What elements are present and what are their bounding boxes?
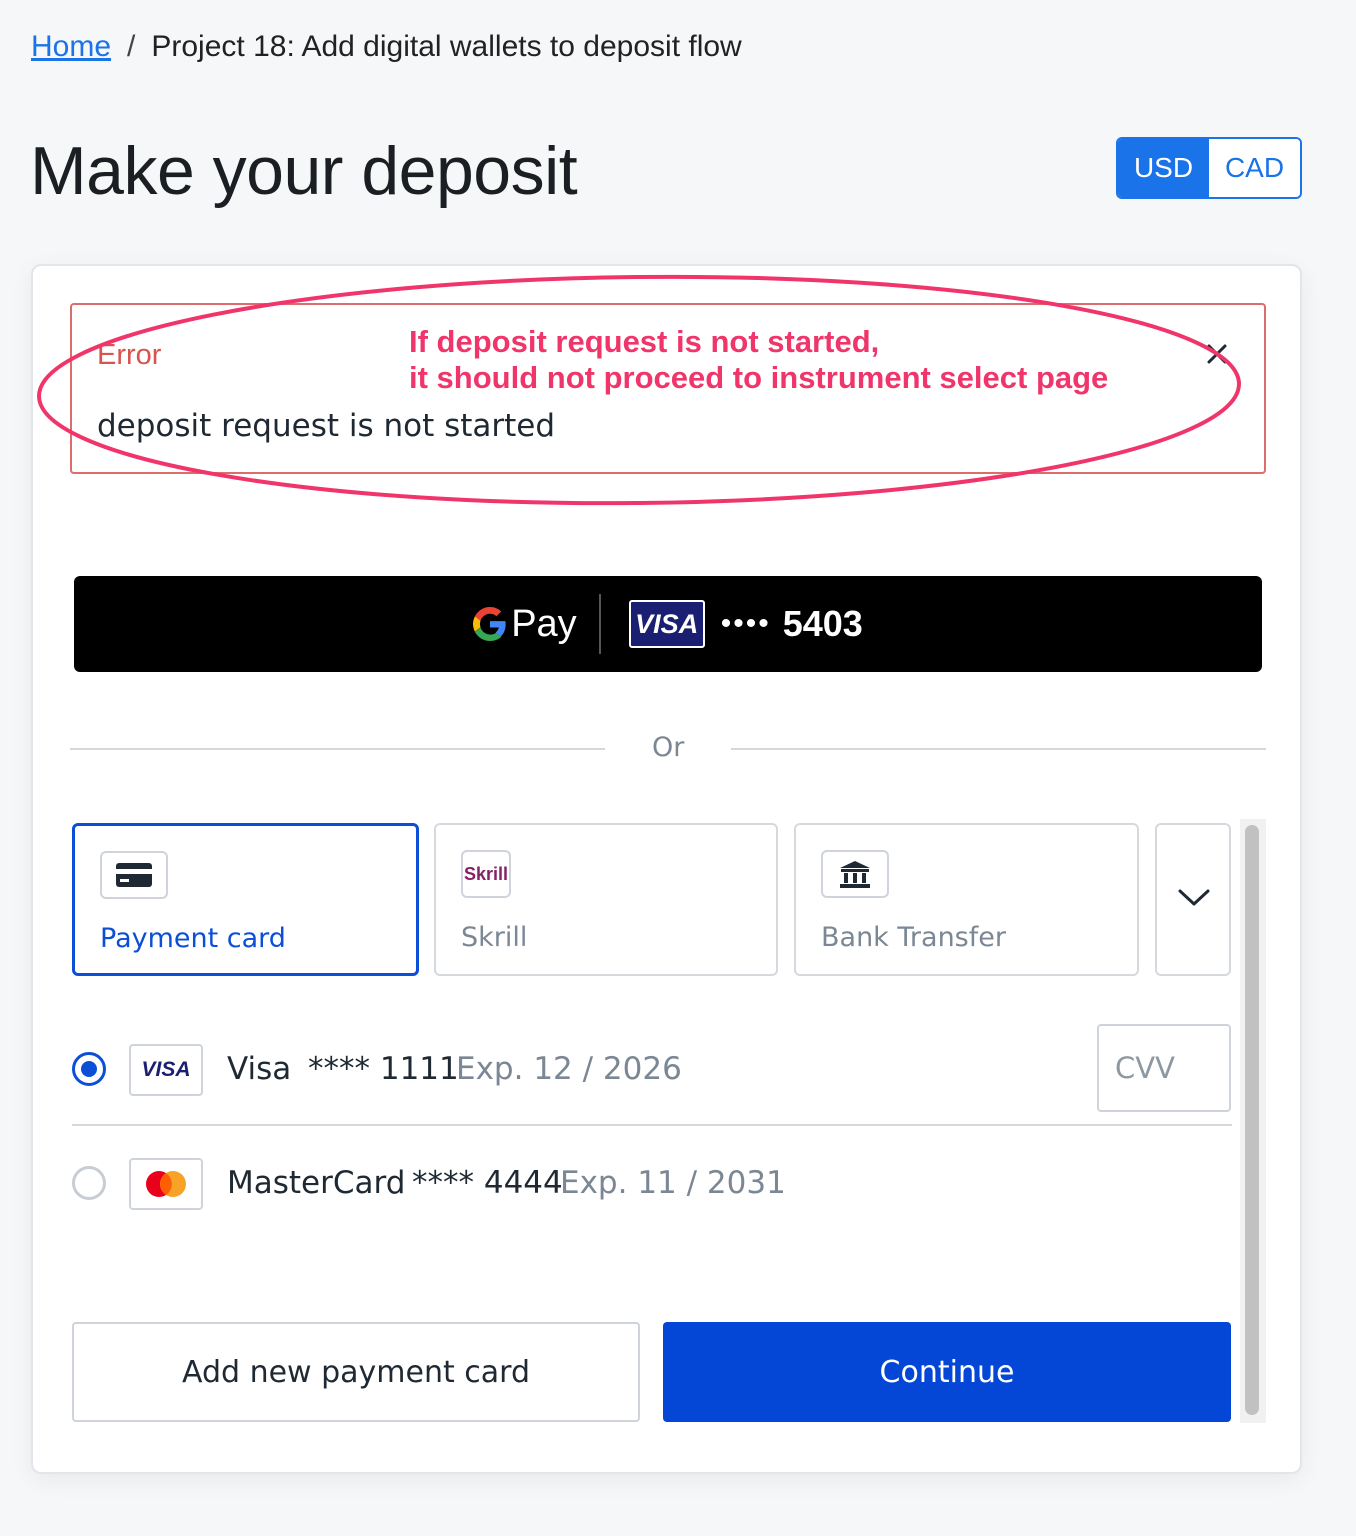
gpay-last4: 5403: [782, 603, 863, 644]
visa-logo: VISA: [628, 600, 705, 648]
breadcrumb: Home / Project 18: Add digital wallets t…: [31, 30, 742, 64]
method-label-skrill: Skrill: [461, 922, 528, 953]
scrollbar-thumb[interactable]: [1245, 825, 1259, 1415]
saved-card-row-visa[interactable]: VISA Visa **** 1111 Exp. 12 / 2026: [72, 1028, 1232, 1108]
card-mask: **** 1111: [308, 1051, 459, 1087]
breadcrumb-separator: /: [127, 30, 136, 63]
scrollbar[interactable]: [1240, 819, 1266, 1423]
card-row-divider: [72, 1124, 1232, 1126]
card-brand: Visa: [227, 1051, 292, 1087]
saved-card-row-mastercard[interactable]: MasterCard **** 4444 Exp. 11 / 2031: [72, 1142, 1232, 1222]
cvv-input[interactable]: [1097, 1024, 1231, 1112]
card-brand: MasterCard: [227, 1165, 406, 1201]
card-mask: **** 4444: [412, 1165, 563, 1201]
or-line-right: [731, 748, 1266, 750]
skrill-logo-text: Skrill: [463, 863, 509, 884]
breadcrumb-home-link[interactable]: Home: [31, 30, 111, 64]
gpay-divider: [598, 594, 601, 654]
gpay-masked-dots: ••••: [720, 607, 771, 640]
close-icon[interactable]: [1202, 339, 1232, 369]
card-expiry: Exp. 12 / 2026: [456, 1051, 682, 1087]
or-divider: Or: [70, 732, 1266, 763]
bank-icon: [821, 850, 889, 898]
google-g-icon: [473, 607, 507, 641]
visa-badge-text: VISA: [141, 1058, 191, 1081]
google-pay-button[interactable]: Pay VISA •••• 5403: [74, 576, 1262, 672]
breadcrumb-current: Project 18: Add digital wallets to depos…: [151, 30, 742, 63]
alert-message: deposit request is not started: [97, 408, 556, 444]
or-label: Or: [652, 732, 685, 763]
annotation-line-1: If deposit request is not started,: [409, 324, 880, 359]
or-line-left: [70, 748, 605, 750]
radio-mastercard[interactable]: [72, 1166, 106, 1200]
skrill-logo: Skrill: [461, 850, 511, 898]
annotation-line-2: it should not proceed to instrument sele…: [409, 360, 1109, 395]
continue-button[interactable]: Continue: [663, 1322, 1231, 1422]
review-annotation: If deposit request is not started, it sh…: [409, 324, 1108, 396]
credit-card-icon: [100, 851, 168, 899]
method-tile-bank-transfer[interactable]: Bank Transfer: [794, 823, 1139, 976]
more-methods-button[interactable]: [1155, 823, 1231, 976]
chevron-down-icon: [1178, 889, 1210, 906]
deposit-card: Error deposit request is not started If …: [31, 264, 1302, 1474]
mastercard-logo: [129, 1158, 203, 1210]
page-title: Make your deposit: [30, 133, 578, 209]
currency-cad-button[interactable]: CAD: [1209, 139, 1300, 197]
card-expiry: Exp. 11 / 2031: [560, 1165, 786, 1201]
currency-usd-button[interactable]: USD: [1118, 139, 1209, 197]
alert-title: Error: [97, 339, 162, 371]
method-label-bank-transfer: Bank Transfer: [821, 922, 1006, 953]
method-tile-skrill[interactable]: Skrill Skrill: [434, 823, 778, 976]
add-new-card-button[interactable]: Add new payment card: [72, 1322, 640, 1422]
gpay-pay-label: Pay: [511, 602, 577, 645]
method-tile-payment-card[interactable]: Payment card: [72, 823, 419, 976]
currency-toggle: USD CAD: [1116, 137, 1302, 199]
visa-badge: VISA: [129, 1044, 203, 1096]
radio-visa[interactable]: [72, 1052, 106, 1086]
method-label-payment-card: Payment card: [100, 923, 286, 954]
